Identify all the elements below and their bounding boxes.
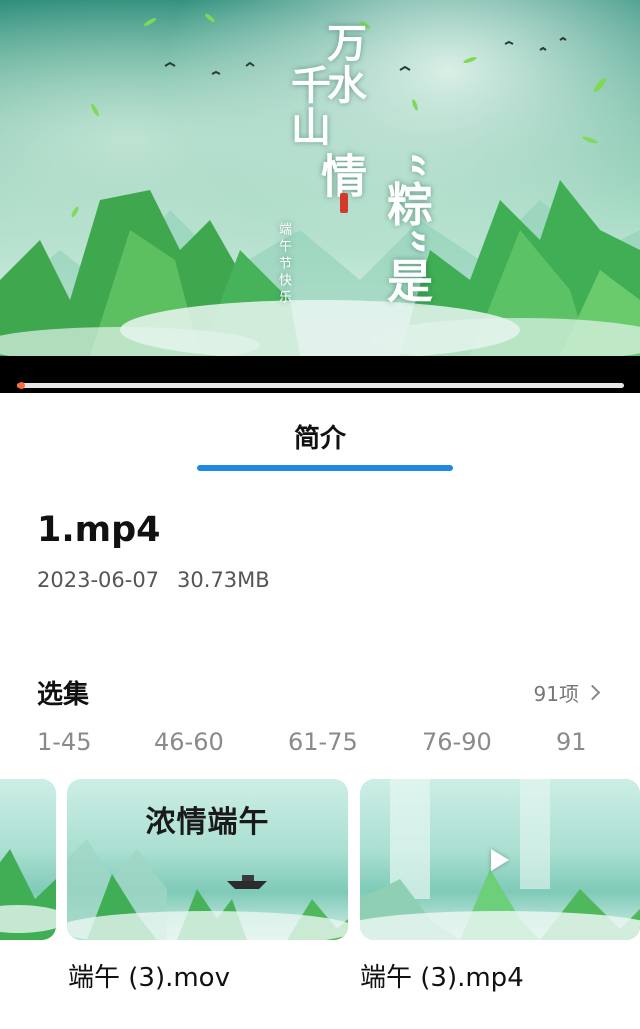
progress-bar[interactable] bbox=[17, 382, 624, 389]
poster-title-line3: “粽”是情 bbox=[314, 152, 434, 305]
episode-range-tabs: 1-45 46-60 61-75 76-90 91 bbox=[37, 728, 640, 762]
range-tab[interactable]: 76-90 bbox=[422, 728, 492, 756]
file-meta: 2023-06-07 30.73MB bbox=[37, 568, 270, 592]
video-player[interactable]: 万水 千山 “粽”是情 端午节快乐 bbox=[0, 0, 640, 393]
range-tab[interactable]: 1-45 bbox=[37, 728, 91, 756]
poster-title: 万水 千山 “粽”是情 端午节快乐 bbox=[270, 22, 434, 322]
episodes-count: 91项 bbox=[533, 682, 579, 706]
range-tab[interactable]: 61-75 bbox=[288, 728, 358, 756]
episode-thumbnail[interactable] bbox=[0, 779, 56, 940]
poster-title-line2: 千山 bbox=[284, 64, 331, 148]
seal-stamp bbox=[340, 193, 348, 213]
file-size: 30.73MB bbox=[177, 568, 270, 592]
episode-label[interactable]: 端午 (3).mov bbox=[68, 957, 230, 994]
range-tab[interactable]: 91 bbox=[556, 728, 587, 756]
video-frame[interactable]: 万水 千山 “粽”是情 端午节快乐 bbox=[0, 0, 640, 356]
file-name: 1.mp4 bbox=[37, 510, 161, 550]
file-date: 2023-06-07 bbox=[37, 568, 160, 592]
range-tab[interactable]: 46-60 bbox=[154, 728, 224, 756]
play-icon bbox=[491, 849, 509, 871]
poster-subtitle: 端午节快乐 bbox=[276, 222, 291, 307]
episode-label[interactable]: 端午 (3).mp4 bbox=[360, 957, 524, 994]
chevron-right-icon bbox=[584, 684, 601, 701]
episodes-title: 选集 bbox=[37, 680, 90, 710]
tab-indicator bbox=[197, 465, 453, 471]
progress-handle[interactable] bbox=[18, 382, 25, 389]
thumbnail-artwork bbox=[0, 849, 56, 940]
tab-intro[interactable]: 简介 bbox=[0, 418, 640, 455]
episode-thumbnail[interactable]: 浓情端午 bbox=[67, 779, 348, 940]
episodes-count-link[interactable]: 91项 bbox=[533, 678, 601, 707]
thumbnail-title: 浓情端午 bbox=[145, 805, 270, 840]
episode-thumbnail[interactable] bbox=[360, 779, 640, 940]
